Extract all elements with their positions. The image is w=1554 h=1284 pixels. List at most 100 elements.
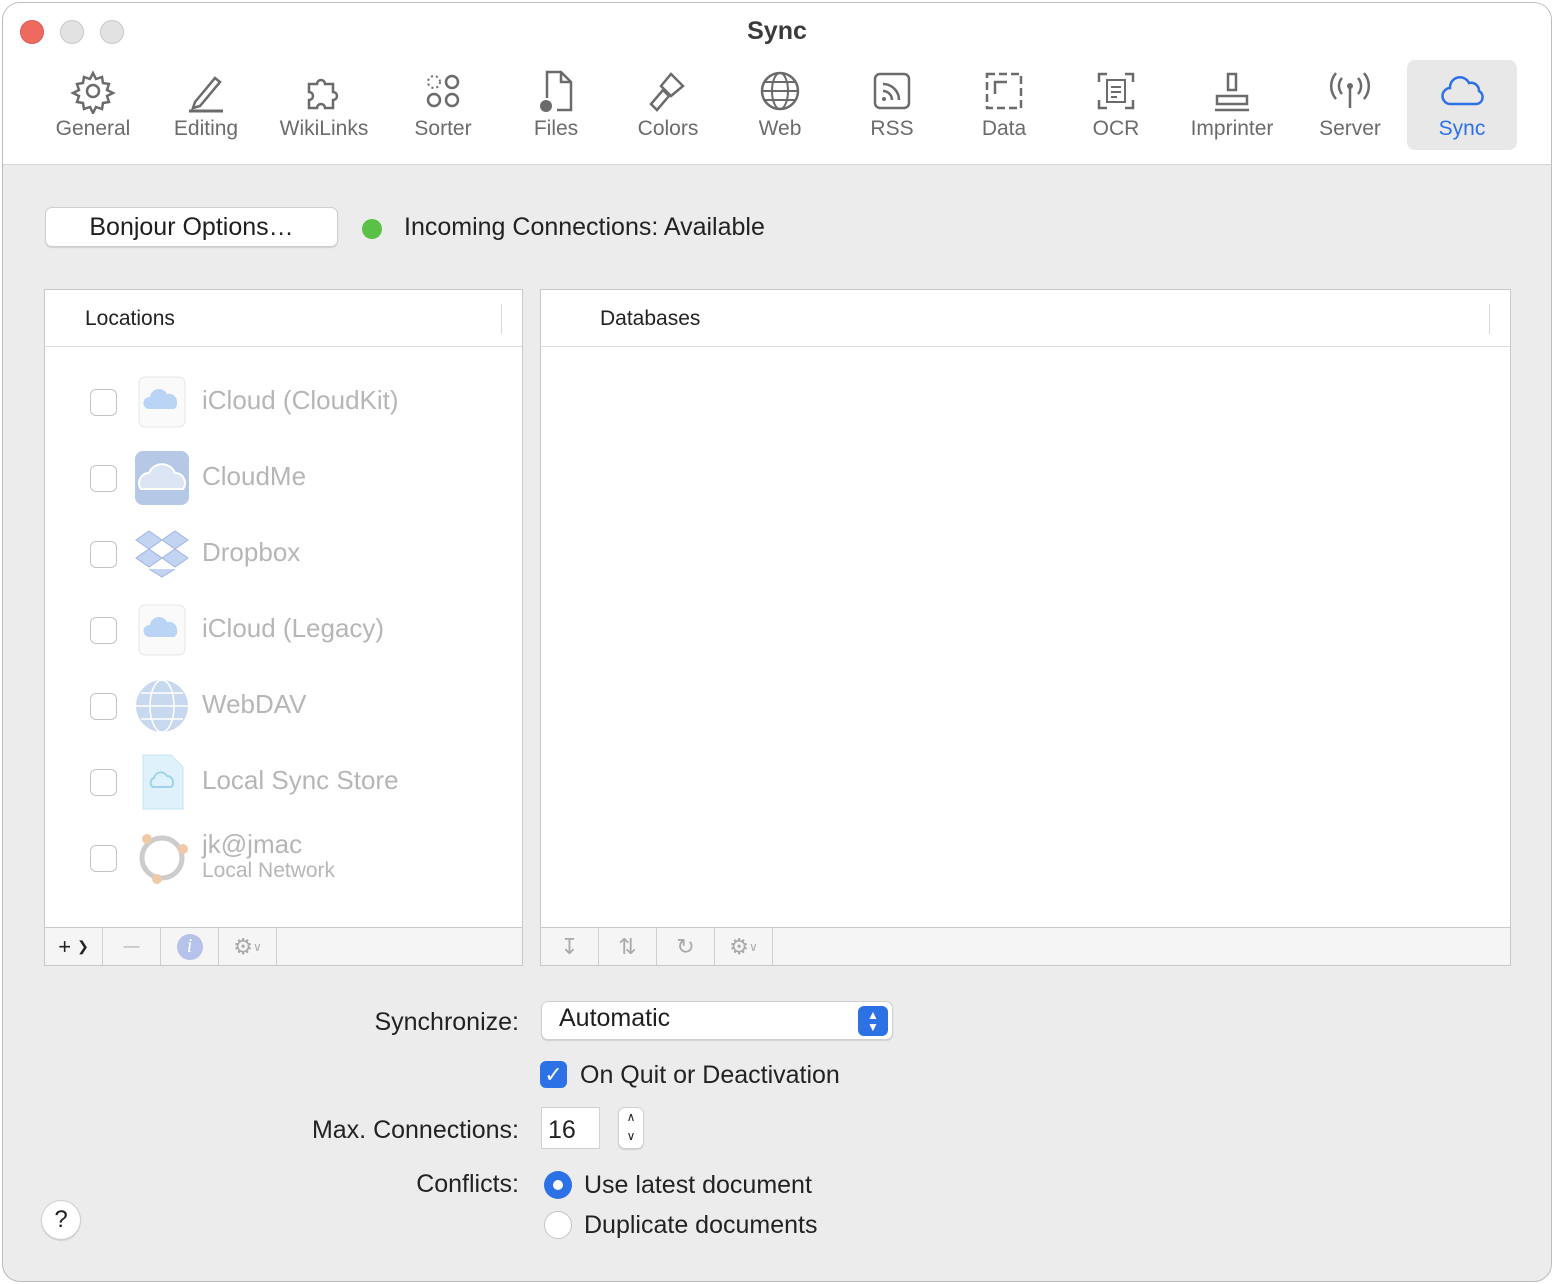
locations-toolbar: + ❯ — i ⚙ ∨ bbox=[45, 927, 522, 965]
synchronize-popup[interactable]: Automatic ▲ ▼ bbox=[541, 1001, 893, 1040]
stamp-icon bbox=[1215, 72, 1249, 112]
databases-header[interactable]: Databases bbox=[541, 290, 1510, 347]
bonjour-options-button[interactable]: Bonjour Options… bbox=[45, 207, 338, 247]
tab-label: General bbox=[55, 117, 131, 140]
tab-label: Data bbox=[981, 117, 1027, 140]
tab-editing[interactable]: Editing bbox=[151, 60, 261, 150]
location-checkbox[interactable] bbox=[90, 465, 117, 492]
help-button[interactable]: ? bbox=[41, 1200, 81, 1240]
tab-general[interactable]: General bbox=[38, 60, 148, 150]
data-frame-icon bbox=[985, 72, 1023, 110]
databases-toolbar: ↧ ⇅ ↻ ⚙ ∨ bbox=[541, 927, 1510, 965]
puzzle-icon bbox=[307, 78, 339, 110]
location-checkbox[interactable] bbox=[90, 769, 117, 796]
location-actions-button[interactable]: ⚙ ∨ bbox=[219, 928, 277, 965]
locations-header[interactable]: Locations bbox=[45, 290, 522, 347]
location-name: jk@jmac bbox=[202, 829, 303, 859]
local-sync-store-icon bbox=[142, 754, 184, 810]
on-quit-label: On Quit or Deactivation bbox=[580, 1061, 840, 1089]
arrows-updown-icon: ⇅ bbox=[618, 933, 637, 959]
location-row[interactable]: iCloud (Legacy) bbox=[45, 595, 485, 665]
dropbox-icon bbox=[135, 530, 189, 578]
database-actions-button[interactable]: ⚙ ∨ bbox=[715, 928, 773, 965]
tab-label: Colors bbox=[637, 117, 699, 140]
tab-wikilinks[interactable]: WikiLinks bbox=[269, 60, 379, 150]
tab-sorter[interactable]: Sorter bbox=[388, 60, 498, 150]
locations-panel: Locations iCloud (CloudKit) CloudMe Drop… bbox=[44, 289, 523, 966]
window-title: Sync bbox=[747, 17, 807, 45]
max-connections-stepper[interactable]: ∧ ∨ bbox=[618, 1107, 644, 1149]
location-row[interactable]: Local Sync Store bbox=[45, 747, 485, 817]
tab-server[interactable]: Server bbox=[1295, 60, 1405, 150]
radio-duplicate[interactable] bbox=[544, 1211, 572, 1239]
tab-imprinter[interactable]: Imprinter bbox=[1177, 60, 1287, 150]
tab-label: Files bbox=[533, 117, 579, 140]
gear-icon: ⚙ bbox=[233, 933, 253, 959]
location-row[interactable]: Dropbox bbox=[45, 519, 485, 589]
location-row[interactable]: jk@jmac Local Network bbox=[45, 823, 485, 893]
duplicate-label: Duplicate documents bbox=[584, 1211, 818, 1239]
info-icon: i bbox=[176, 933, 203, 960]
location-name: Dropbox bbox=[202, 537, 301, 567]
tab-label: Imprinter bbox=[1190, 117, 1274, 140]
location-name: iCloud (Legacy) bbox=[202, 613, 385, 643]
connection-status: Incoming Connections: Available bbox=[404, 213, 765, 241]
cloudme-icon bbox=[135, 451, 189, 505]
cloud-icon bbox=[1441, 76, 1484, 106]
tab-colors[interactable]: Colors bbox=[613, 60, 723, 150]
location-row[interactable]: iCloud (CloudKit) bbox=[45, 367, 485, 437]
tab-label: Editing bbox=[173, 117, 239, 140]
tab-ocr[interactable]: OCR bbox=[1061, 60, 1171, 150]
preferences-window: Sync General Editing WikiLinks Sorter Files C… bbox=[2, 2, 1552, 1282]
tab-data[interactable]: Data bbox=[949, 60, 1059, 150]
conflicts-label: Conflicts: bbox=[416, 1170, 519, 1198]
paintbrush-icon bbox=[649, 72, 685, 112]
info-button[interactable]: i bbox=[161, 928, 219, 965]
refresh-icon: ↻ bbox=[676, 933, 695, 959]
use-latest-label: Use latest document bbox=[584, 1171, 812, 1199]
location-row[interactable]: CloudMe bbox=[45, 443, 485, 513]
popup-chevrons-icon: ▲ ▼ bbox=[858, 1006, 888, 1036]
tab-label: Web bbox=[758, 117, 802, 140]
status-dot-icon bbox=[362, 219, 382, 239]
max-connections-field[interactable]: 16 bbox=[541, 1107, 600, 1149]
bonjour-network-icon bbox=[139, 834, 188, 884]
location-checkbox[interactable] bbox=[90, 693, 117, 720]
tab-label: Server bbox=[1319, 117, 1381, 140]
pencil-icon bbox=[189, 76, 223, 113]
sync-direction-button[interactable]: ⇅ bbox=[599, 928, 657, 965]
globe-icon bbox=[760, 71, 800, 111]
icloud-icon bbox=[138, 376, 186, 428]
add-location-button[interactable]: + ❯ bbox=[45, 928, 103, 965]
tab-label: Sorter bbox=[414, 117, 472, 140]
location-checkbox[interactable] bbox=[90, 845, 117, 872]
file-gear-icon bbox=[540, 70, 573, 112]
databases-panel: Databases ↧ ⇅ ↻ ⚙ ∨ bbox=[540, 289, 1511, 966]
synchronize-value: Automatic bbox=[559, 1004, 671, 1032]
location-row[interactable]: WebDAV bbox=[45, 671, 485, 741]
tab-web[interactable]: Web bbox=[725, 60, 835, 150]
tab-sync[interactable]: Sync bbox=[1407, 60, 1517, 150]
max-connections-label: Max. Connections: bbox=[311, 1116, 519, 1144]
location-checkbox[interactable] bbox=[90, 617, 117, 644]
gear-icon: ⚙ bbox=[729, 933, 749, 959]
rss-icon bbox=[873, 72, 911, 110]
location-checkbox[interactable] bbox=[90, 389, 117, 416]
location-checkbox[interactable] bbox=[90, 541, 117, 568]
on-quit-checkbox[interactable]: ✓ bbox=[540, 1061, 567, 1088]
tab-label: Sync bbox=[1438, 117, 1486, 140]
icloud-legacy-icon bbox=[138, 604, 186, 656]
refresh-button[interactable]: ↻ bbox=[657, 928, 715, 965]
tab-files[interactable]: Files bbox=[501, 60, 611, 150]
circles-icon bbox=[426, 74, 460, 108]
radio-use-latest[interactable] bbox=[544, 1171, 572, 1199]
synchronize-label: Synchronize: bbox=[374, 1008, 519, 1036]
location-name: WebDAV bbox=[202, 689, 307, 719]
tab-label: OCR bbox=[1092, 117, 1140, 140]
remove-location-button[interactable]: — bbox=[103, 928, 161, 965]
location-name: CloudMe bbox=[202, 461, 307, 491]
tab-rss[interactable]: RSS bbox=[837, 60, 947, 150]
import-button[interactable]: ↧ bbox=[541, 928, 599, 965]
location-subtitle: Local Network bbox=[202, 859, 336, 882]
tab-label: RSS bbox=[870, 117, 914, 140]
